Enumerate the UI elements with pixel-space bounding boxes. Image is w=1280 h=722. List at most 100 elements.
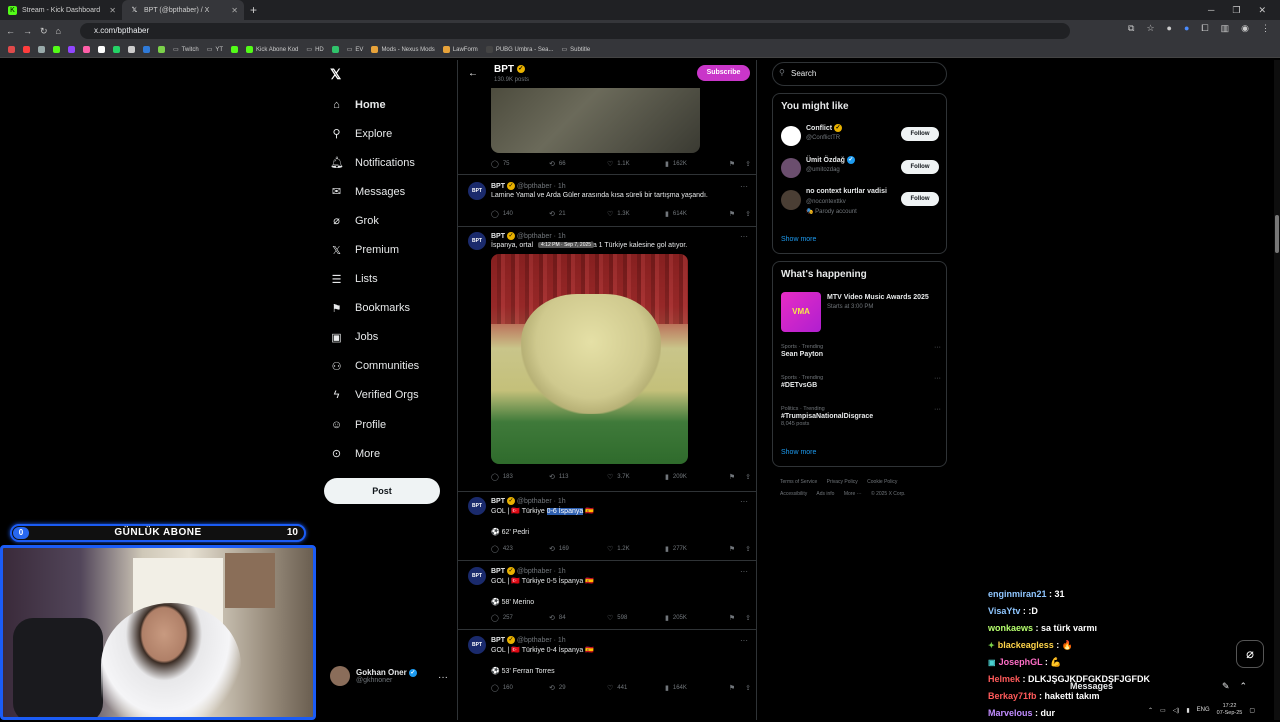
- menu-icon[interactable]: ⋮: [1261, 23, 1270, 34]
- footer-link[interactable]: Terms of Service: [780, 479, 817, 485]
- scrollbar-track[interactable]: [1274, 60, 1280, 720]
- close-window-icon[interactable]: ✕: [1258, 5, 1266, 16]
- bookmark-icon[interactable]: [8, 46, 15, 53]
- avatar[interactable]: BPT: [468, 567, 486, 585]
- share-icon[interactable]: ⇪: [745, 473, 751, 481]
- battery-icon[interactable]: ▮: [1186, 707, 1189, 714]
- bookmark-icon[interactable]: [143, 46, 150, 53]
- tweet-image[interactable]: [491, 254, 688, 464]
- extension-icon[interactable]: ●: [1184, 23, 1189, 34]
- back-arrow-icon[interactable]: ←: [468, 68, 478, 79]
- show-more-link[interactable]: Show more: [781, 236, 816, 243]
- event-image[interactable]: VMA: [781, 292, 821, 332]
- sidebar-item-grok[interactable]: ⌀ Grok: [324, 206, 419, 235]
- new-tab-button[interactable]: +: [250, 3, 257, 17]
- volume-icon[interactable]: ◁): [1173, 707, 1180, 714]
- restore-icon[interactable]: ❐: [1232, 5, 1240, 16]
- reply-button[interactable]: ◯ 160: [491, 684, 549, 692]
- close-icon[interactable]: ✕: [231, 6, 238, 15]
- reply-button[interactable]: ◯ 140: [491, 210, 549, 218]
- bookmark-folder[interactable]: ▭ YT: [207, 46, 223, 54]
- extension-icon[interactable]: ●: [1167, 23, 1172, 34]
- avatar[interactable]: [781, 158, 801, 178]
- bookmark-icon[interactable]: ⚑: [729, 545, 735, 553]
- more-horizontal-icon[interactable]: ···: [934, 375, 941, 382]
- avatar[interactable]: BPT: [468, 182, 486, 200]
- chevron-up-icon[interactable]: ⌃: [1240, 681, 1248, 692]
- bookmark-link[interactable]: LawForm: [442, 46, 478, 53]
- bookmark-icon[interactable]: [331, 46, 339, 53]
- repost-button[interactable]: ⟲ 113: [549, 473, 607, 481]
- repost-button[interactable]: ⟲ 21: [549, 210, 607, 218]
- sidebar-item-more[interactable]: ⊙ More: [324, 439, 419, 468]
- chevron-up-icon[interactable]: ⌃: [1148, 707, 1153, 714]
- more-horizontal-icon[interactable]: ···: [740, 567, 748, 576]
- share-icon[interactable]: ⇪: [745, 614, 751, 622]
- sidebar-item-lists[interactable]: ☰ Lists: [324, 265, 419, 294]
- views-button[interactable]: ▮ 162K: [665, 160, 723, 168]
- tab-kick-dashboard[interactable]: K Stream - Kick Dashboard ✕: [0, 0, 122, 20]
- repost-button[interactable]: ⟲ 29: [549, 684, 607, 692]
- reply-button[interactable]: ◯ 183: [491, 473, 549, 481]
- more-horizontal-icon[interactable]: ···: [438, 672, 448, 683]
- bookmark-icon[interactable]: ⚑: [729, 210, 735, 218]
- like-button[interactable]: ♡ 441: [607, 684, 665, 692]
- avatar[interactable]: BPT: [468, 497, 486, 515]
- footer-link[interactable]: Privacy Policy: [827, 479, 858, 485]
- reply-button[interactable]: ◯ 423: [491, 545, 549, 553]
- grok-icon[interactable]: ⌀: [1236, 640, 1264, 668]
- like-button[interactable]: ♡ 1.2K: [607, 545, 665, 553]
- close-icon[interactable]: ✕: [109, 6, 116, 15]
- more-horizontal-icon[interactable]: ···: [740, 182, 748, 191]
- views-button[interactable]: ▮ 205K: [665, 614, 723, 622]
- follow-button[interactable]: Follow: [901, 160, 939, 174]
- sidebar-icon[interactable]: ▥: [1221, 23, 1230, 34]
- x-logo-icon[interactable]: 𝕏: [330, 66, 341, 83]
- puzzle-icon[interactable]: ⧠: [1201, 23, 1208, 34]
- follow-button[interactable]: Follow: [901, 127, 939, 141]
- sidebar-item-home[interactable]: ⌂ Home: [324, 90, 419, 119]
- profile-icon[interactable]: ◉: [1241, 23, 1249, 34]
- avatar[interactable]: BPT: [468, 232, 486, 250]
- url-field[interactable]: x.com/bpthaber: [80, 23, 1070, 39]
- bookmark-icon[interactable]: [158, 46, 165, 53]
- bookmark-folder[interactable]: ▭ HD: [306, 46, 323, 54]
- bookmark-icon[interactable]: [98, 46, 105, 53]
- language-indicator[interactable]: ENG: [1197, 707, 1210, 713]
- trend-item[interactable]: Sports · Trending #DETvsGB ···: [781, 375, 941, 389]
- minimize-icon[interactable]: ─: [1208, 5, 1214, 15]
- forward-icon[interactable]: →: [23, 26, 32, 36]
- sidebar-item-bookmarks[interactable]: ⚑ Bookmarks: [324, 294, 419, 323]
- sidebar-item-explore[interactable]: ⚲ Explore: [324, 119, 419, 148]
- subscribe-button[interactable]: Subscribe: [697, 65, 750, 81]
- bookmark-icon[interactable]: [83, 46, 90, 53]
- bookmark-icon[interactable]: ⚑: [729, 684, 735, 692]
- bookmark-link[interactable]: PUBG Umbra - Sea...: [485, 46, 554, 53]
- share-icon[interactable]: ⇪: [745, 210, 751, 218]
- scrollbar-thumb[interactable]: [1275, 215, 1279, 253]
- share-icon[interactable]: ⇪: [745, 160, 751, 168]
- repost-button[interactable]: ⟲ 84: [549, 614, 607, 622]
- reload-icon[interactable]: ↻: [40, 26, 48, 37]
- reply-button[interactable]: ◯ 257: [491, 614, 549, 622]
- back-icon[interactable]: ←: [6, 26, 15, 36]
- bookmark-folder[interactable]: ▭ Subtitle: [562, 46, 591, 54]
- more-horizontal-icon[interactable]: ···: [934, 406, 941, 413]
- messages-drawer-title[interactable]: Messages: [1070, 681, 1113, 691]
- network-icon[interactable]: ▭: [1160, 707, 1166, 714]
- like-button[interactable]: ♡ 3.7K: [607, 473, 665, 481]
- views-button[interactable]: ▮ 277K: [665, 545, 723, 553]
- bookmark-link[interactable]: Kick Abone Kod: [246, 46, 298, 53]
- sidebar-item-notifications[interactable]: 🔔︎ Notifications: [324, 148, 419, 177]
- bookmark-icon[interactable]: [38, 46, 45, 53]
- bookmark-icon[interactable]: [53, 46, 60, 53]
- bookmark-folder[interactable]: ▭ EV: [347, 46, 364, 54]
- avatar[interactable]: BPT: [468, 636, 486, 654]
- sidebar-item-communities[interactable]: ⚇ Communities: [324, 352, 420, 381]
- footer-link[interactable]: More ···: [844, 491, 862, 497]
- bookmark-icon[interactable]: ⚑: [729, 473, 735, 481]
- repost-button[interactable]: ⟲ 169: [549, 545, 607, 553]
- avatar[interactable]: [781, 190, 801, 210]
- suggestion-item[interactable]: Conflict ✓ @ConflictTR Follow: [781, 124, 941, 150]
- sidebar-item-verified-orgs[interactable]: ϟ Verified Orgs: [324, 381, 419, 410]
